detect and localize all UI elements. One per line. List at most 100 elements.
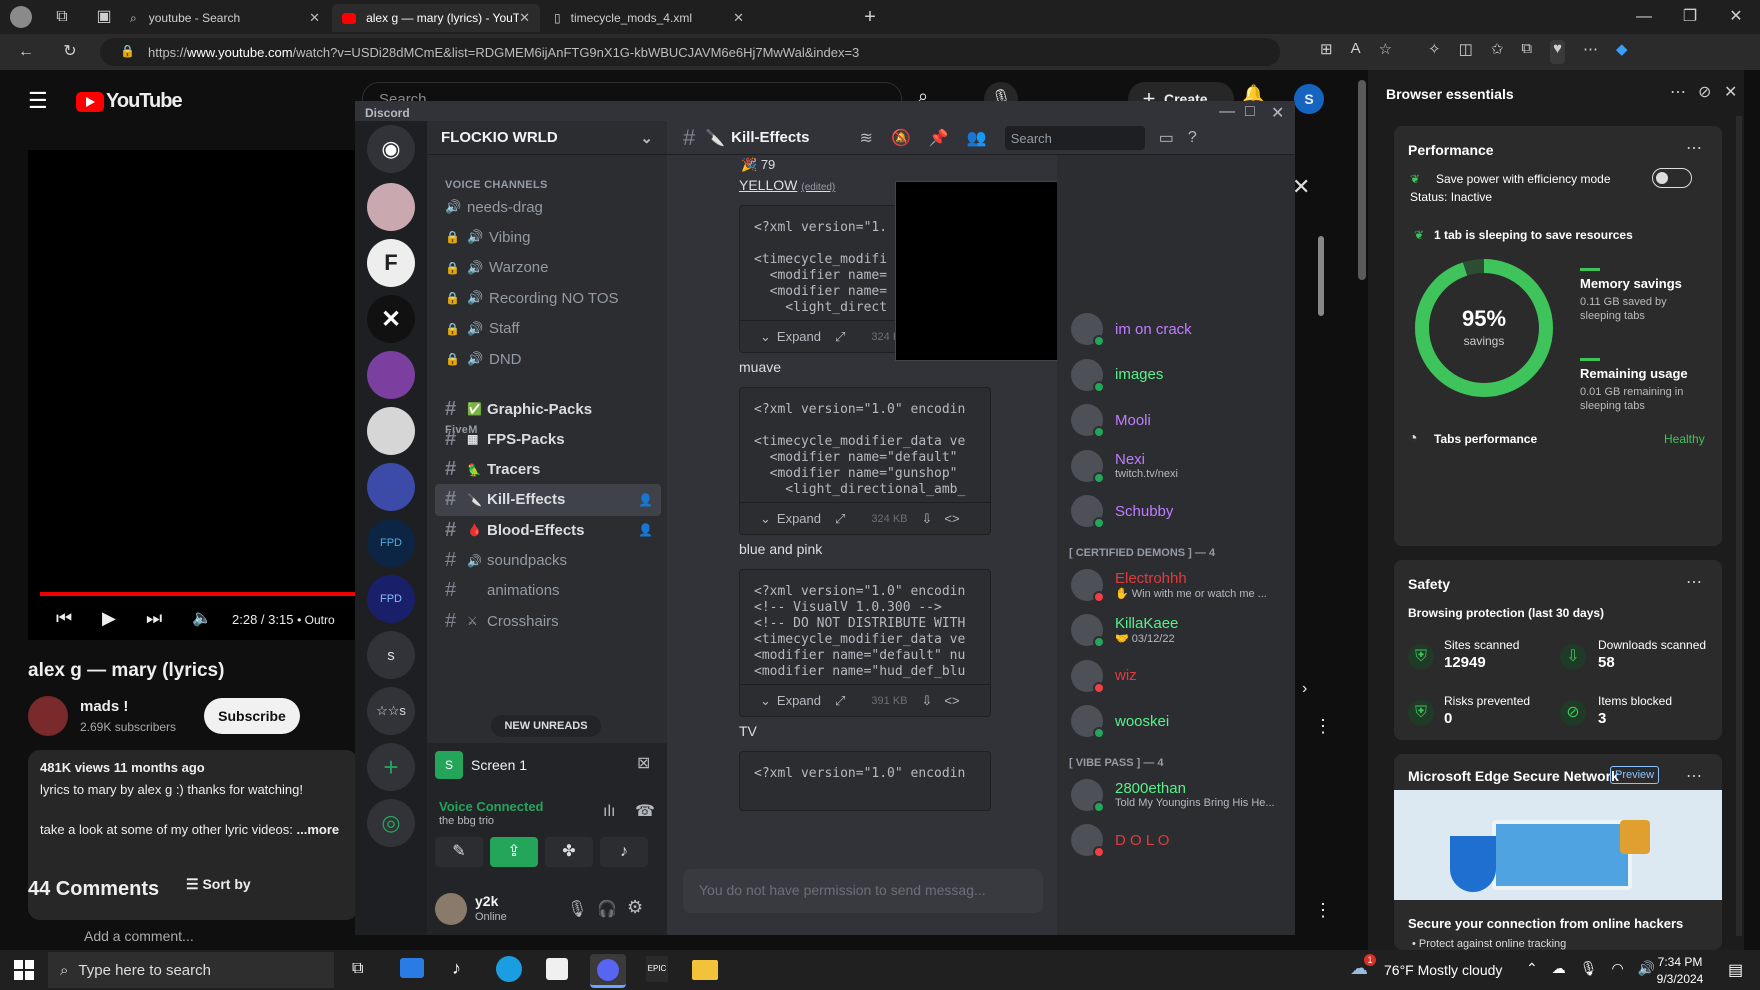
add-member-icon[interactable]: 👤	[638, 493, 653, 507]
more-icon[interactable]: ⋯	[1583, 40, 1598, 64]
server-icon[interactable]	[367, 351, 415, 399]
efficiency-toggle[interactable]	[1652, 168, 1692, 188]
avatar[interactable]: S	[1294, 84, 1324, 114]
member-item[interactable]: KillaKaee 🤝 03/12/22	[1071, 608, 1291, 652]
extensions-icon[interactable]: ✧	[1428, 40, 1441, 64]
code-attachment[interactable]: <?xml version="1.0" encodin	[739, 751, 991, 811]
text-channel[interactable]: # ⚔ Crosshairs	[435, 605, 661, 637]
video-player[interactable]	[28, 150, 388, 640]
close-icon[interactable]: ✕	[1271, 103, 1284, 123]
text-channel[interactable]: # ▦ FPS-Packs	[435, 423, 661, 455]
member-item[interactable]: wooskei	[1071, 699, 1291, 743]
copilot-icon[interactable]: ◆	[1616, 40, 1628, 64]
member-item[interactable]: 2800ethan Told My Youngins Bring His He..…	[1071, 773, 1291, 817]
close-window-icon[interactable]: ✕	[1724, 5, 1748, 29]
profile-icon[interactable]	[10, 6, 32, 28]
inbox-icon[interactable]: ▭	[1159, 128, 1174, 148]
help-icon[interactable]: ?	[1188, 129, 1197, 147]
youtube-logo[interactable]: YouTube	[76, 90, 183, 113]
server-header[interactable]: FLOCKIO WRLD ⌄	[427, 121, 667, 155]
refresh-icon[interactable]: ↻	[58, 40, 82, 64]
discover-icon[interactable]: ◎	[367, 799, 415, 847]
reaction[interactable]: 🎉 79	[741, 157, 775, 173]
panel-scrollbar[interactable]	[1736, 116, 1742, 936]
restore-icon[interactable]: ❐	[1678, 5, 1702, 29]
volume-icon[interactable]: 🔈	[192, 608, 212, 628]
server-icon[interactable]: ☆☆s	[367, 687, 415, 735]
clock-time[interactable]: 7:34 PM	[1654, 955, 1706, 969]
server-icon[interactable]: F	[367, 239, 415, 287]
voice-channel[interactable]: 🔒 🔊 Warzone	[435, 252, 661, 284]
wifi-icon[interactable]: ◠	[1612, 960, 1624, 977]
voice-channel[interactable]: 🔒 🔊 Recording NO TOS	[435, 282, 661, 314]
soundboard-button[interactable]: ♪	[600, 837, 648, 867]
stop-stream-icon[interactable]: ⊠	[637, 753, 650, 773]
deafen-icon[interactable]: 🎧	[597, 899, 617, 919]
microphone-icon[interactable]: 🎙	[1580, 960, 1598, 977]
minimize-icon[interactable]: —	[1632, 5, 1656, 29]
text-channel[interactable]: # ✅ Graphic-Packs	[435, 393, 661, 425]
text-channel[interactable]: # 🔪 Kill-Effects 👤	[435, 483, 661, 516]
voice-channel[interactable]: 🔒 🔊 DND	[435, 343, 661, 375]
screen-share-button[interactable]: ⇪	[490, 837, 538, 867]
next-icon[interactable]: ⏭	[146, 608, 162, 629]
member-item[interactable]: D O L O	[1071, 818, 1291, 862]
text-channel[interactable]: # 🩸 Blood-Effects 👤	[435, 514, 661, 546]
member-item[interactable]: Schubby	[1071, 489, 1291, 533]
onedrive-icon[interactable]: ☁	[1552, 960, 1566, 977]
text-channel[interactable]: # 🔊 soundpacks	[435, 545, 661, 577]
edge-icon[interactable]	[496, 956, 522, 982]
favorite-icon[interactable]: ☆	[1379, 40, 1392, 64]
more-icon[interactable]: ⋯	[1686, 766, 1702, 786]
store-icon[interactable]	[546, 958, 568, 980]
pin-icon[interactable]: 📌	[929, 128, 949, 148]
close-icon[interactable]: ✕	[309, 10, 320, 26]
text-channel[interactable]: # 🦜 Tracers	[435, 454, 661, 486]
notification-icon[interactable]: ▤	[1728, 960, 1743, 980]
clock-date[interactable]: 9/3/2024	[1650, 972, 1710, 986]
back-icon[interactable]: ←	[14, 40, 38, 64]
download-icon[interactable]: ⇩	[922, 511, 933, 527]
weather-text[interactable]: 76°F Mostly cloudy	[1384, 962, 1502, 978]
start-icon[interactable]	[14, 960, 34, 980]
app-available-icon[interactable]: ⊞	[1320, 40, 1333, 64]
server-icon[interactable]	[367, 183, 415, 231]
server-icon[interactable]: s	[367, 631, 415, 679]
close-icon[interactable]: ✕	[733, 10, 744, 26]
mail-icon[interactable]	[400, 958, 424, 978]
screen-share-preview[interactable]	[895, 181, 1057, 361]
tab-youtube-search[interactable]: ⌕ youtube - Search ✕	[120, 4, 330, 32]
server-icon[interactable]: FPD	[367, 519, 415, 567]
tiktok-icon[interactable]: ♪	[452, 958, 461, 979]
taskbar-search[interactable]: ⌕ Type here to search	[48, 952, 334, 988]
voice-channel[interactable]: 🔒 🔊 Vibing	[435, 221, 661, 253]
tray-icons[interactable]: ⌃ ☁ 🎙 ◠ 🔊	[1526, 960, 1655, 977]
play-icon[interactable]: ▶	[102, 608, 116, 629]
disconnect-icon[interactable]: ☎	[635, 801, 655, 821]
chevron-right-icon[interactable]: ›	[1302, 680, 1307, 698]
members-icon[interactable]: 👥	[967, 128, 987, 148]
server-icon[interactable]	[367, 463, 415, 511]
server-icon[interactable]	[367, 407, 415, 455]
chevron-up-icon[interactable]: ⌃	[1526, 960, 1538, 977]
page-scrollbar[interactable]	[1358, 80, 1366, 280]
noise-icon[interactable]: ılı	[603, 803, 615, 821]
pin-icon[interactable]: ⊘	[1698, 82, 1711, 102]
voice-channel[interactable]: 🔊 needs-drag	[435, 191, 661, 223]
new-unreads-pill[interactable]: NEW UNREADS	[491, 715, 601, 737]
discord-home-icon[interactable]: ◉	[367, 125, 415, 173]
text-channel[interactable]: # animations	[435, 575, 661, 607]
voice-channel-name[interactable]: the bbg trio	[439, 815, 494, 827]
member-item[interactable]: wiz	[1071, 654, 1291, 698]
comment-input[interactable]: Add a comment...	[84, 928, 194, 944]
expand-button[interactable]: Expand	[777, 329, 821, 344]
channel-avatar[interactable]	[28, 696, 68, 736]
address-bar[interactable]: 🔒 https://www.youtube.com/watch?v=USDi28…	[100, 38, 1280, 66]
more-vert-icon[interactable]: ⋮	[1314, 716, 1332, 737]
tab-xml-file[interactable]: ▯ timecycle_mods_4.xml ✕	[544, 4, 754, 32]
close-icon[interactable]: ✕	[519, 10, 530, 26]
code-attachment[interactable]: <?xml version="1.0" encodin <timecycle_mo…	[739, 387, 991, 535]
search-input[interactable]: Search	[1004, 125, 1145, 150]
mute-icon[interactable]: 🎙	[567, 899, 587, 919]
code-view-icon[interactable]: <>	[944, 511, 959, 526]
